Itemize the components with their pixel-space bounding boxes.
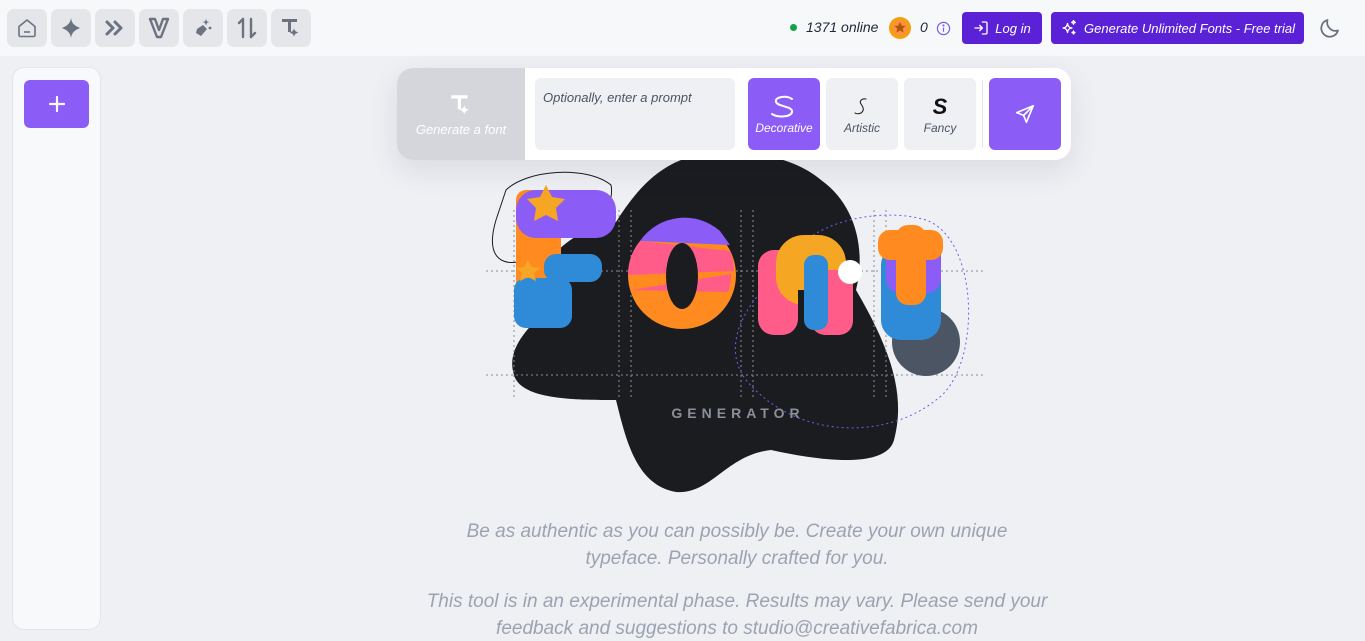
top-bar: 1371 online 0 Log in Generate Unlimited …	[0, 0, 1365, 56]
coin-icon	[889, 17, 911, 39]
style-artistic-label: Artistic	[844, 121, 880, 135]
text-sparkle-icon	[282, 19, 299, 37]
style-decorative-button[interactable]: Decorative	[748, 78, 820, 150]
font-generator-illustration: GENERATOR	[486, 151, 986, 493]
online-count: 1371 online	[806, 19, 879, 35]
v-logo-icon	[148, 17, 170, 39]
plus-icon	[48, 95, 65, 113]
style-fancy-button[interactable]: S Fancy	[904, 78, 976, 150]
generator-panel: Generate a font Decorative Artistic S Fa…	[397, 68, 1071, 160]
sparkle-button[interactable]	[51, 9, 91, 47]
style-decorative-label: Decorative	[755, 121, 813, 135]
online-dot	[790, 23, 797, 31]
chevrons-button[interactable]	[95, 9, 135, 47]
fancy-s-glyph: S	[932, 94, 948, 119]
send-button[interactable]	[989, 78, 1061, 150]
free-trial-button[interactable]: Generate Unlimited Fonts - Free trial	[1051, 12, 1304, 44]
generate-font-tab[interactable]: Generate a font	[397, 68, 525, 160]
style-artistic-button[interactable]: Artistic	[826, 78, 898, 150]
sort-button[interactable]	[227, 9, 267, 47]
sparkle-icon	[62, 18, 80, 38]
sparkles-icon	[1062, 19, 1077, 35]
magic-wand-icon	[196, 19, 212, 36]
style-fancy-label: Fancy	[923, 121, 957, 135]
tagline: Be as authentic as you can possibly be. …	[466, 521, 1008, 569]
prompt-input[interactable]	[535, 78, 735, 150]
home-icon	[18, 18, 36, 38]
send-icon	[1015, 104, 1035, 124]
text-sparkle-icon	[451, 94, 470, 115]
magic-button[interactable]	[183, 9, 223, 47]
new-font-button[interactable]	[24, 80, 89, 128]
panel-divider	[982, 80, 983, 148]
hero-subtitle: GENERATOR	[671, 405, 804, 421]
decorative-s-icon	[771, 95, 793, 118]
login-button[interactable]: Log in	[962, 12, 1042, 44]
online-status: 1371 online	[790, 19, 878, 35]
artistic-s-icon	[854, 98, 867, 115]
vector-button[interactable]	[139, 9, 179, 47]
sidebar	[12, 67, 101, 630]
letter-t	[878, 225, 960, 376]
moon-icon[interactable]	[1318, 16, 1342, 40]
chevrons-icon	[105, 20, 123, 36]
app-nav	[7, 9, 311, 47]
coin-count: 0	[920, 19, 928, 35]
login-label: Log in	[995, 20, 1031, 36]
free-trial-label: Generate Unlimited Fonts - Free trial	[1084, 20, 1295, 36]
info-icon[interactable]	[936, 21, 951, 36]
home-button[interactable]	[7, 9, 47, 47]
sort-icon	[237, 17, 257, 39]
text-sparkle-button[interactable]	[271, 9, 311, 47]
disclaimer: This tool is in an experimental phase. R…	[426, 591, 1048, 639]
login-icon	[974, 21, 988, 35]
generate-font-label: Generate a font	[415, 121, 507, 137]
